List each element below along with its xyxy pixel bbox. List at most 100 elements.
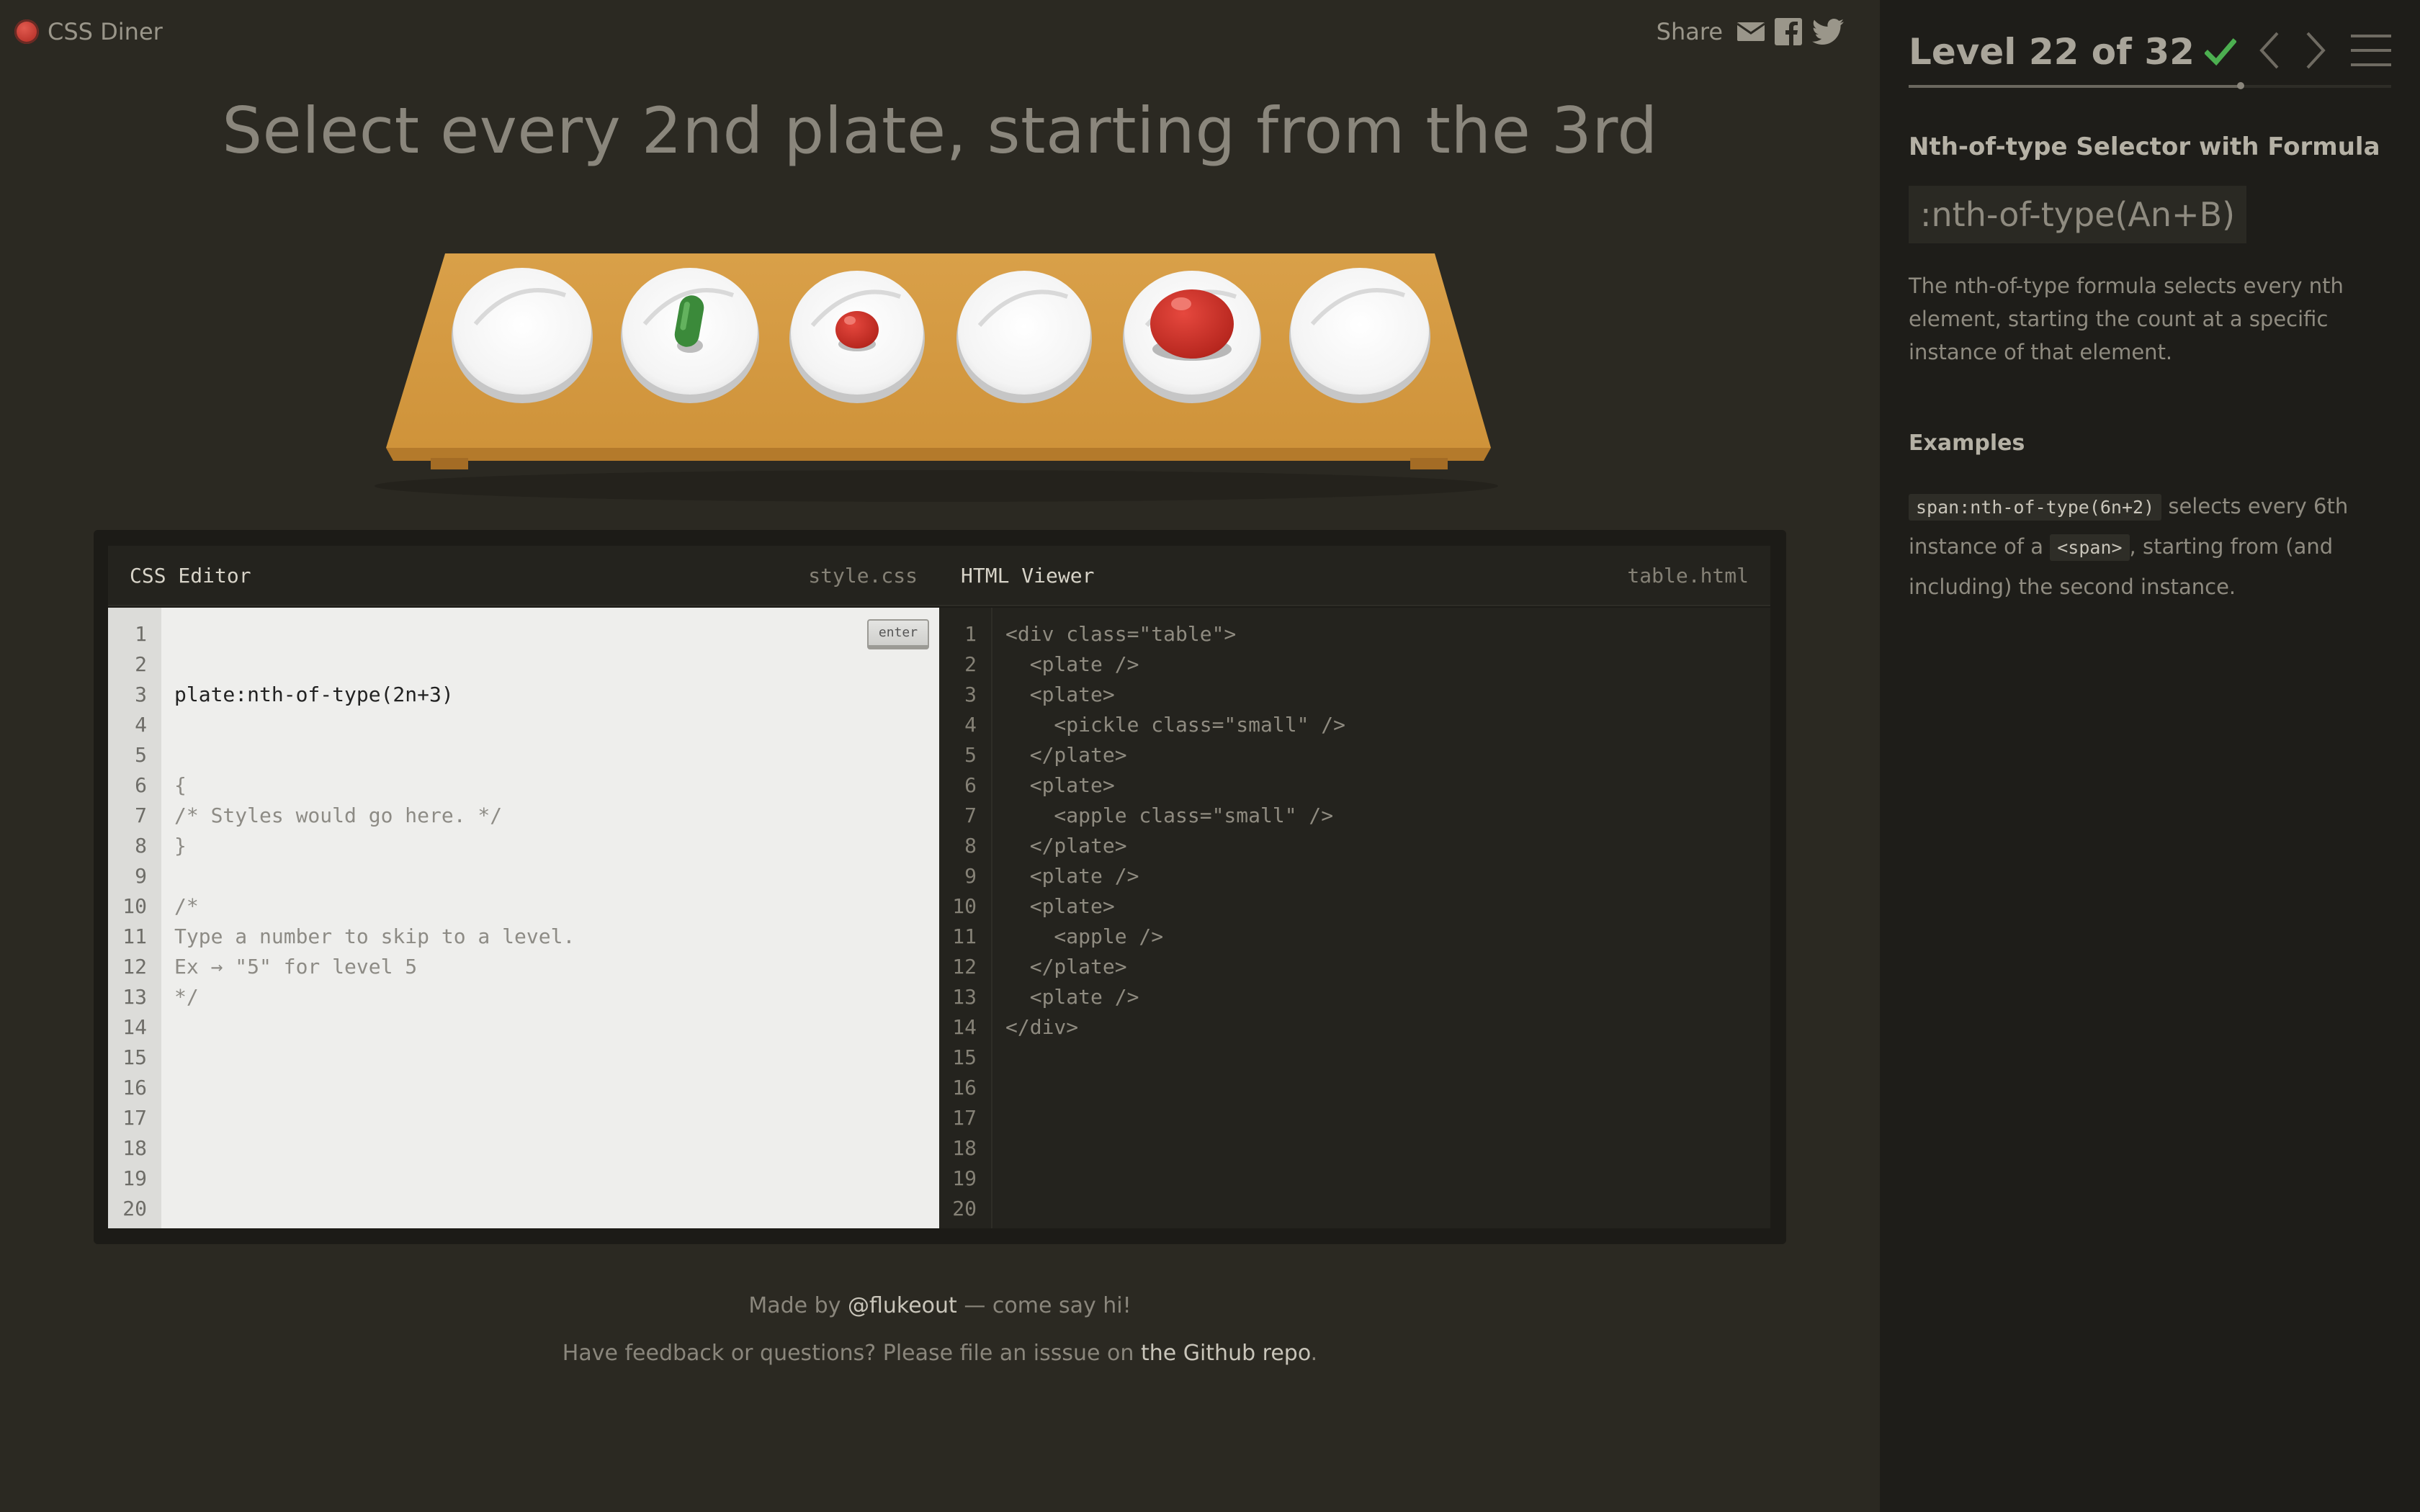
line-number: 4 <box>964 713 977 737</box>
line-number: 20 <box>952 1197 977 1220</box>
share-label: Share <box>1656 18 1723 45</box>
line-number: 6 <box>135 773 147 797</box>
css-editor-header: CSS Editor style.css <box>108 546 939 606</box>
footer-credit: Made by @flukeout — come say hi! <box>0 1293 1880 1318</box>
selector-name: Nth-of-type Selector with Formula <box>1909 132 2380 161</box>
line-number: 19 <box>122 1166 147 1190</box>
line-number: 13 <box>122 985 147 1009</box>
level-header[interactable]: Level 22 of 32 <box>1909 29 2236 75</box>
check-icon <box>2204 38 2236 66</box>
next-level-icon[interactable] <box>2305 32 2326 69</box>
example-code-2: <span> <box>2050 534 2130 561</box>
css-code-line: { <box>174 773 187 797</box>
editor: CSS Editor style.css 1 2 3 4 5 6 7 8 9 10 11 12 13 14… <box>94 530 1786 1244</box>
logo[interactable]: CSS Diner <box>14 17 163 46</box>
css-code-line: Ex → "5" for level 5 <box>174 955 418 978</box>
css-editor-title: CSS Editor <box>130 563 251 588</box>
css-code-line: */ <box>174 985 199 1009</box>
example-text: span:nth-of-type(6n+2) selects every 6th… <box>1909 487 2384 606</box>
line-number: 16 <box>952 1076 977 1099</box>
footer-credit-prefix: Made by <box>748 1293 848 1318</box>
html-code-area: <div class="table"> <plate /> <plate> <p… <box>992 608 1770 1228</box>
html-code-line: <plate> <box>1005 773 1115 797</box>
apple-small <box>835 311 879 351</box>
css-code-line <box>174 861 939 891</box>
line-number: 5 <box>964 743 977 767</box>
logo-text: CSS Diner <box>48 18 163 45</box>
css-editor: CSS Editor style.css 1 2 3 4 5 6 7 8 9 10 11 12 13 14… <box>108 546 939 1228</box>
line-number: 3 <box>964 683 977 706</box>
css-selector-input[interactable]: plate:nth-of-type(2n+3) <box>174 680 939 710</box>
html-code-line: <apple /> <box>1005 924 1164 948</box>
html-code-line: <plate> <box>1005 683 1115 706</box>
plate-6 <box>1289 268 1430 403</box>
level-nav <box>2259 29 2391 72</box>
css-code-line: } <box>174 834 187 858</box>
level-progress-bar <box>1909 82 2391 89</box>
level-instruction: Select every 2nd plate, starting from th… <box>222 94 1658 168</box>
html-code-line: <plate> <box>1005 894 1115 918</box>
html-code-line: </plate> <box>1005 834 1127 858</box>
html-code-line: </plate> <box>1005 743 1127 767</box>
line-number: 8 <box>964 834 977 858</box>
line-number: 14 <box>122 1015 147 1039</box>
enter-button[interactable]: enter <box>867 619 929 649</box>
line-number: 17 <box>122 1106 147 1130</box>
line-number: 6 <box>964 773 977 797</box>
github-link[interactable]: the Github repo <box>1141 1341 1311 1366</box>
line-number: 4 <box>135 713 147 737</box>
css-code-line: Type a number to skip to a level. <box>174 924 575 948</box>
menu-icon[interactable] <box>2351 33 2391 68</box>
plate-3 <box>789 271 925 403</box>
author-link[interactable]: @flukeout <box>848 1293 957 1318</box>
css-line-numbers: 1 2 3 4 5 6 7 8 9 10 11 12 13 14 15 16 17 18 19 20 <box>108 608 161 1228</box>
dining-table <box>360 245 1512 504</box>
plate-4 <box>956 271 1092 403</box>
css-editor-filename: style.css <box>808 563 918 588</box>
level-progress-fill <box>1909 85 2241 88</box>
css-code-area[interactable]: plate:nth-of-type(2n+3) { /* Styles would… <box>161 608 939 1228</box>
plate-2 <box>621 268 759 403</box>
example-code-1: span:nth-of-type(6n+2) <box>1909 494 2162 521</box>
html-viewer-filename: table.html <box>1627 563 1749 588</box>
html-code-line: <plate /> <box>1005 985 1139 1009</box>
line-number: 14 <box>952 1015 977 1039</box>
sidebar: Level 22 of 32 Nth-of-type Selector with… <box>1880 0 2420 1512</box>
plate-1 <box>452 268 593 403</box>
line-number: 5 <box>135 743 147 767</box>
html-code-line: <div class="table"> <box>1005 622 1237 646</box>
footer-feedback: Have feedback or questions? Please file … <box>0 1341 1880 1366</box>
line-number: 1 <box>964 622 977 646</box>
line-number: 12 <box>952 955 977 978</box>
email-icon[interactable] <box>1737 21 1765 42</box>
twitter-icon[interactable] <box>1812 19 1844 45</box>
css-code-line: /* Styles would go here. */ <box>174 804 503 827</box>
html-viewer-body: 1 2 3 4 5 6 7 8 9 10 11 12 13 14 15 16 17 18 19 20 <div cla… <box>939 608 1770 1228</box>
footer-feedback-suffix: . <box>1310 1341 1318 1366</box>
footer-feedback-prefix: Have feedback or questions? Please file … <box>562 1341 1141 1366</box>
level-indicator[interactable]: Level 22 of 32 <box>1909 31 2195 73</box>
main-area: CSS Diner Share Select every 2nd plate, … <box>0 0 1880 1512</box>
selector-description: The nth-of-type formula selects every nt… <box>1909 274 2344 364</box>
line-number: 9 <box>135 864 147 888</box>
line-number: 18 <box>952 1136 977 1160</box>
footer-credit-suffix: — come say hi! <box>956 1293 1131 1318</box>
html-viewer: HTML Viewer table.html 1 2 3 4 5 6 7 8 9 10 11 12 13… <box>939 546 1770 1228</box>
html-viewer-header: HTML Viewer table.html <box>939 546 1770 606</box>
apple <box>1150 289 1234 361</box>
table-illustration <box>375 253 1498 502</box>
line-number: 7 <box>964 804 977 827</box>
html-code-line: </div> <box>1005 1015 1079 1039</box>
line-number: 11 <box>122 924 147 948</box>
line-number: 19 <box>952 1166 977 1190</box>
line-number: 10 <box>952 894 977 918</box>
line-number: 8 <box>135 834 147 858</box>
html-code-line: </plate> <box>1005 955 1127 978</box>
previous-level-icon[interactable] <box>2259 32 2280 69</box>
css-editor-body: 1 2 3 4 5 6 7 8 9 10 11 12 13 14 15 16 17 18 19 20 plate:nt… <box>108 608 939 1228</box>
line-number: 1 <box>135 622 147 646</box>
line-number: 2 <box>135 652 147 676</box>
line-number: 20 <box>122 1197 147 1220</box>
facebook-icon[interactable] <box>1775 18 1802 45</box>
line-number: 9 <box>964 864 977 888</box>
